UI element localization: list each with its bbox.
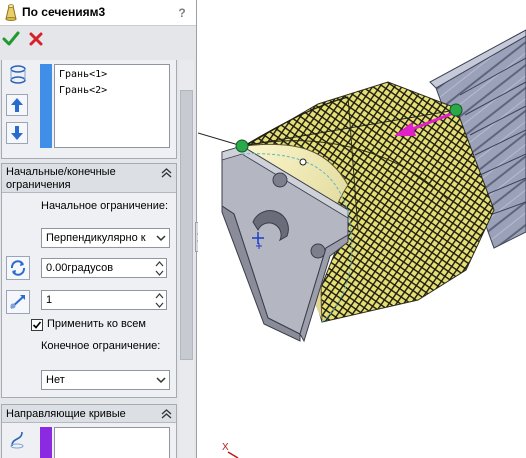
feature-titlebar: По сечениям3 ? (0, 0, 196, 26)
profiles-color-bar (40, 64, 52, 148)
connector-line (198, 132, 243, 147)
x-icon (29, 32, 43, 46)
axis-triad: X (222, 442, 239, 458)
check-icon (32, 321, 42, 329)
profiles-list[interactable]: Грань<1> Грань<2> (54, 64, 170, 148)
collapse-chevron-icon[interactable] (161, 408, 172, 420)
checkmark-icon (2, 31, 20, 46)
connector-handle[interactable] (449, 103, 463, 117)
chevron-down-icon (156, 235, 166, 242)
guide-curves-title: Направляющие кривые (6, 408, 126, 420)
spin-up-icon[interactable] (154, 292, 165, 300)
reverse-direction-button[interactable] (6, 256, 30, 280)
guide-curves-list[interactable] (54, 427, 170, 458)
start-constraint-value: Перпендикулярно к (46, 232, 146, 244)
bolt-hole (310, 243, 326, 259)
graphics-viewport[interactable]: X (198, 0, 526, 458)
arrow-down-icon (11, 126, 23, 140)
spin-down-icon[interactable] (154, 301, 165, 309)
start-constraint-label: Начальное ограничение: (41, 200, 169, 212)
connector-handle[interactable] (235, 139, 249, 153)
list-item[interactable]: Грань<2> (59, 85, 107, 96)
apply-to-all-checkbox[interactable] (31, 319, 43, 331)
draft-angle-value: 0.00градусов (46, 262, 114, 274)
end-constraint-label: Конечное ограничение: (41, 340, 161, 352)
end-constraint-value: Нет (46, 374, 65, 386)
guide-curve-icon (8, 429, 28, 452)
bolt-hole (272, 172, 288, 188)
model-preview[interactable]: X (198, 0, 526, 458)
profiles-group: Грань<1> Грань<2> (1, 60, 177, 159)
panel-scrollbar-thumb[interactable] (180, 90, 193, 360)
move-up-button[interactable] (6, 94, 28, 116)
constraints-title: Начальные/конечные ограничения (6, 166, 116, 191)
tangent-length-field[interactable]: 1 (41, 290, 167, 310)
constraints-group: Начальные/конечные ограничения Начальное… (1, 163, 177, 398)
tangent-length-button[interactable] (6, 290, 30, 314)
guides-color-bar (40, 427, 52, 458)
property-manager: По сечениям3 ? Грань<1> Грань<2> Начальн… (0, 0, 197, 458)
guide-point[interactable] (299, 158, 307, 166)
spin-down-icon[interactable] (154, 269, 165, 277)
cancel-button[interactable] (27, 30, 45, 48)
constraints-header[interactable]: Начальные/конечные ограничения (2, 164, 176, 193)
guide-curves-group: Направляющие кривые (1, 404, 177, 458)
list-item[interactable]: Грань<1> (59, 69, 107, 80)
profiles-icon (8, 64, 28, 89)
apply-to-all-label[interactable]: Применить ко всем (47, 318, 146, 330)
loft-feature-icon (3, 3, 19, 24)
spin-up-icon[interactable] (154, 260, 165, 268)
end-constraint-select[interactable]: Нет (41, 370, 170, 390)
feature-title: По сечениям3 (22, 5, 106, 19)
collapse-chevron-icon[interactable] (161, 167, 172, 179)
start-constraint-select[interactable]: Перпендикулярно к (41, 228, 170, 248)
draft-angle-field[interactable]: 0.00градусов (41, 258, 167, 278)
rotate-arrows-icon (10, 260, 26, 276)
x-axis-label: X (222, 442, 229, 453)
arrow-up-icon (11, 98, 23, 112)
tangent-length-value: 1 (46, 294, 53, 306)
move-down-button[interactable] (6, 122, 28, 144)
ok-button[interactable] (2, 30, 20, 48)
chevron-down-icon (156, 377, 166, 384)
help-button[interactable]: ? (175, 6, 189, 20)
guide-curves-header[interactable]: Направляющие кривые (2, 405, 176, 423)
tangent-length-icon (10, 295, 25, 309)
